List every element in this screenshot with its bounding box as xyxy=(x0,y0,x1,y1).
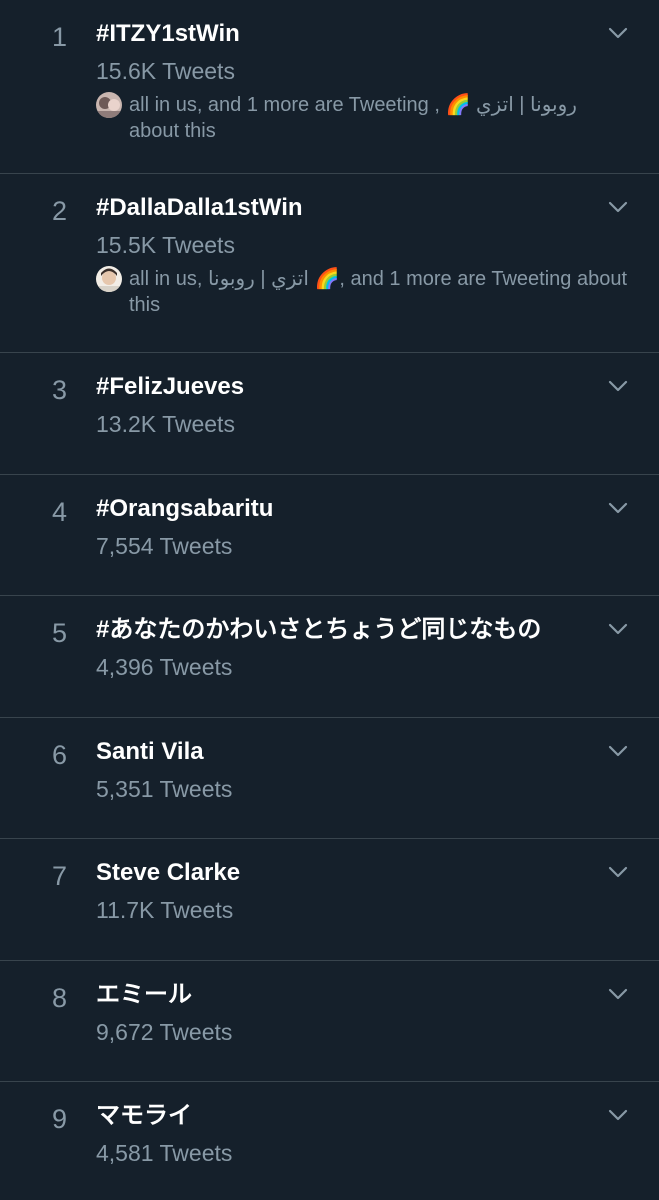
trends-list: 1 #ITZY1stWin 15.6K Tweets all in us, an… xyxy=(0,0,659,1200)
trend-title[interactable]: #あなたのかわいさとちょうど同じなもの xyxy=(96,613,629,647)
trend-tweet-count: 13.2K Tweets xyxy=(96,411,235,437)
trend-rank: 4 xyxy=(52,497,68,527)
trend-rank: 6 xyxy=(52,740,68,770)
trend-rank: 5 xyxy=(52,618,68,648)
trend-title[interactable]: Santi Vila xyxy=(96,735,629,769)
trend-tweet-count: 4,396 Tweets xyxy=(96,654,233,680)
trend-title[interactable]: #ITZY1stWin xyxy=(96,17,629,51)
trend-rank: 7 xyxy=(52,861,68,891)
trend-item[interactable]: 9 マモライ 4,581 Tweets xyxy=(0,1082,659,1200)
trend-title[interactable]: #Orangsabaritu xyxy=(96,492,629,526)
trend-context-text: all in us, and 1 more are Tweeting , 🌈 ر… xyxy=(129,94,577,142)
trend-social-context: all in us, and 1 more are Tweeting , 🌈 ر… xyxy=(96,92,629,144)
trend-item[interactable]: 1 #ITZY1stWin 15.6K Tweets all in us, an… xyxy=(0,0,659,174)
trend-title[interactable]: #DallaDalla1stWin xyxy=(96,191,629,225)
trend-item[interactable]: 8 エミール 9,672 Tweets xyxy=(0,961,659,1082)
chevron-down-icon[interactable] xyxy=(607,1104,629,1126)
trend-rank: 3 xyxy=(52,375,68,405)
trend-body: Santi Vila 5,351 Tweets xyxy=(96,735,629,806)
trend-body: #DallaDalla1stWin 15.5K Tweets all in us… xyxy=(96,191,629,318)
chevron-down-icon[interactable] xyxy=(607,983,629,1005)
trend-tweet-count: 11.7K Tweets xyxy=(96,897,234,923)
trend-item[interactable]: 4 #Orangsabaritu 7,554 Tweets xyxy=(0,475,659,596)
trend-rank: 9 xyxy=(52,1104,68,1134)
trend-item[interactable]: 2 #DallaDalla1stWin 15.5K Tweets all in … xyxy=(0,174,659,353)
user-avatar xyxy=(96,92,122,118)
chevron-down-icon[interactable] xyxy=(607,375,629,397)
trend-tweet-count: 15.5K Tweets xyxy=(96,232,235,258)
trend-title[interactable]: Steve Clarke xyxy=(96,856,629,890)
trend-rank: 1 xyxy=(52,22,68,52)
trend-body: #あなたのかわいさとちょうど同じなもの 4,396 Tweets xyxy=(96,613,629,684)
trend-item[interactable]: 5 #あなたのかわいさとちょうど同じなもの 4,396 Tweets xyxy=(0,596,659,718)
trend-body: マモライ 4,581 Tweets xyxy=(96,1099,629,1170)
user-avatar xyxy=(96,266,122,292)
trend-body: #FelizJueves 13.2K Tweets xyxy=(96,370,629,441)
trend-body: Steve Clarke 11.7K Tweets xyxy=(96,856,629,927)
trend-rank: 2 xyxy=(52,196,68,226)
trend-body: エミール 9,672 Tweets xyxy=(96,978,629,1049)
chevron-down-icon[interactable] xyxy=(607,196,629,218)
trend-tweet-count: 5,351 Tweets xyxy=(96,776,233,802)
trend-tweet-count: 9,672 Tweets xyxy=(96,1019,233,1045)
trend-tweet-count: 7,554 Tweets xyxy=(96,533,233,559)
chevron-down-icon[interactable] xyxy=(607,497,629,519)
trend-rank: 8 xyxy=(52,983,68,1013)
trend-context-text: all in us, اتزي | روبونا 🌈, and 1 more a… xyxy=(129,268,627,316)
trend-title[interactable]: #FelizJueves xyxy=(96,370,629,404)
trend-body: #ITZY1stWin 15.6K Tweets all in us, and … xyxy=(96,17,629,144)
trend-tweet-count: 4,581 Tweets xyxy=(96,1140,233,1166)
trend-title[interactable]: エミール xyxy=(96,978,629,1012)
trend-item[interactable]: 7 Steve Clarke 11.7K Tweets xyxy=(0,839,659,961)
chevron-down-icon[interactable] xyxy=(607,618,629,640)
trend-tweet-count: 15.6K Tweets xyxy=(96,58,235,84)
chevron-down-icon[interactable] xyxy=(607,22,629,44)
trend-item[interactable]: 6 Santi Vila 5,351 Tweets xyxy=(0,718,659,839)
trend-title[interactable]: マモライ xyxy=(96,1099,629,1133)
chevron-down-icon[interactable] xyxy=(607,740,629,762)
trend-body: #Orangsabaritu 7,554 Tweets xyxy=(96,492,629,563)
trend-item[interactable]: 3 #FelizJueves 13.2K Tweets xyxy=(0,353,659,475)
chevron-down-icon[interactable] xyxy=(607,861,629,883)
trend-social-context: all in us, اتزي | روبونا 🌈, and 1 more a… xyxy=(96,266,629,318)
